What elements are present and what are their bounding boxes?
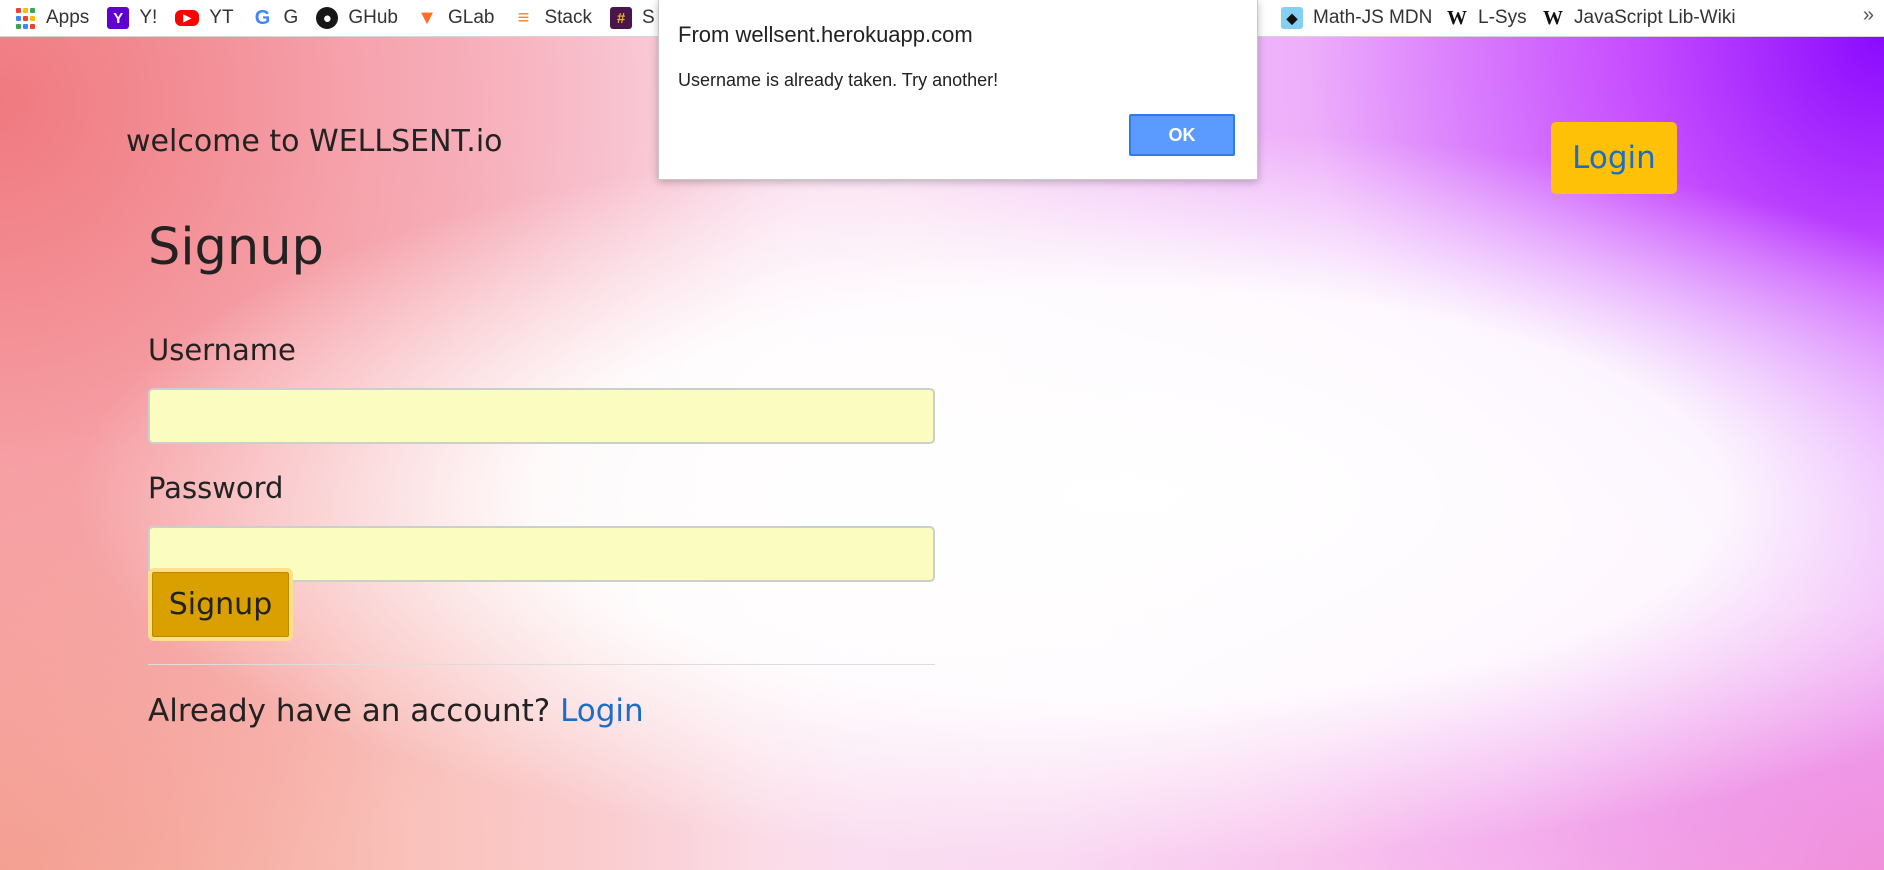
dialog-title: From wellsent.herokuapp.com	[678, 22, 973, 47]
page-title: Signup	[148, 218, 324, 277]
bookmark-js-lib-wiki[interactable]: W JavaScript Lib-Wiki	[1542, 7, 1736, 29]
yahoo-icon: Y	[107, 7, 130, 29]
login-link[interactable]: Login	[560, 693, 644, 729]
bookmark-label: JavaScript Lib-Wiki	[1574, 7, 1736, 28]
bookmark-apps[interactable]: Apps	[14, 7, 89, 29]
divider	[148, 664, 935, 665]
already-account-text: Already have an account? Login	[148, 693, 644, 729]
bookmark-slack[interactable]: # S	[609, 7, 655, 29]
bookmarks-overflow-icon[interactable]: »	[1863, 4, 1874, 27]
bookmark-yahoo[interactable]: Y Y!	[107, 7, 157, 29]
bookmark-label: Y!	[139, 7, 158, 28]
bookmark-label: Stack	[544, 7, 592, 28]
username-label: Username	[148, 333, 296, 367]
wikipedia-icon: W	[1447, 6, 1467, 29]
bookmark-google[interactable]: G G	[252, 7, 299, 29]
dialog-message: Username is already taken. Try another!	[678, 70, 999, 90]
already-account-label: Already have an account?	[148, 693, 551, 729]
signup-button[interactable]: Signup	[148, 568, 293, 641]
bookmark-gitlab[interactable]: ▼ GLab	[416, 7, 494, 29]
bookmark-label: Apps	[46, 7, 90, 28]
slack-icon: #	[609, 7, 632, 29]
bookmark-label: L-Sys	[1478, 7, 1527, 28]
wikipedia-icon: W	[1543, 6, 1563, 29]
login-button[interactable]: Login	[1551, 122, 1677, 194]
bookmark-label: YT	[209, 7, 234, 28]
bookmark-mathjs-mdn[interactable]: ◆ Math-JS MDN	[1281, 7, 1432, 29]
bookmark-label: G	[283, 7, 299, 28]
apps-grid-icon	[14, 7, 36, 29]
bookmark-stack[interactable]: ≡ Stack	[512, 7, 592, 29]
github-icon: ●	[316, 7, 339, 29]
bookmark-lsys[interactable]: W L-Sys	[1446, 7, 1527, 29]
bookmark-youtube[interactable]: ▶ YT	[175, 7, 234, 29]
bookmark-label: S	[641, 7, 655, 28]
bookmark-label: GHub	[348, 7, 398, 28]
gitlab-icon: ▼	[417, 6, 437, 29]
password-label: Password	[148, 471, 284, 505]
username-input[interactable]	[148, 388, 935, 444]
stackoverflow-icon: ≡	[517, 6, 530, 29]
bookmark-label: GLab	[447, 7, 495, 28]
brand-title: welcome to WELLSENT.io	[126, 124, 503, 159]
bookmark-github[interactable]: ● GHub	[316, 7, 398, 29]
google-icon: G	[254, 6, 271, 29]
bookmark-label: Math-JS MDN	[1313, 7, 1433, 28]
alert-dialog: From wellsent.herokuapp.com Username is …	[658, 0, 1258, 180]
youtube-icon: ▶	[175, 10, 200, 26]
mdn-icon: ◆	[1281, 7, 1303, 29]
dialog-ok-button[interactable]: OK	[1129, 114, 1235, 156]
